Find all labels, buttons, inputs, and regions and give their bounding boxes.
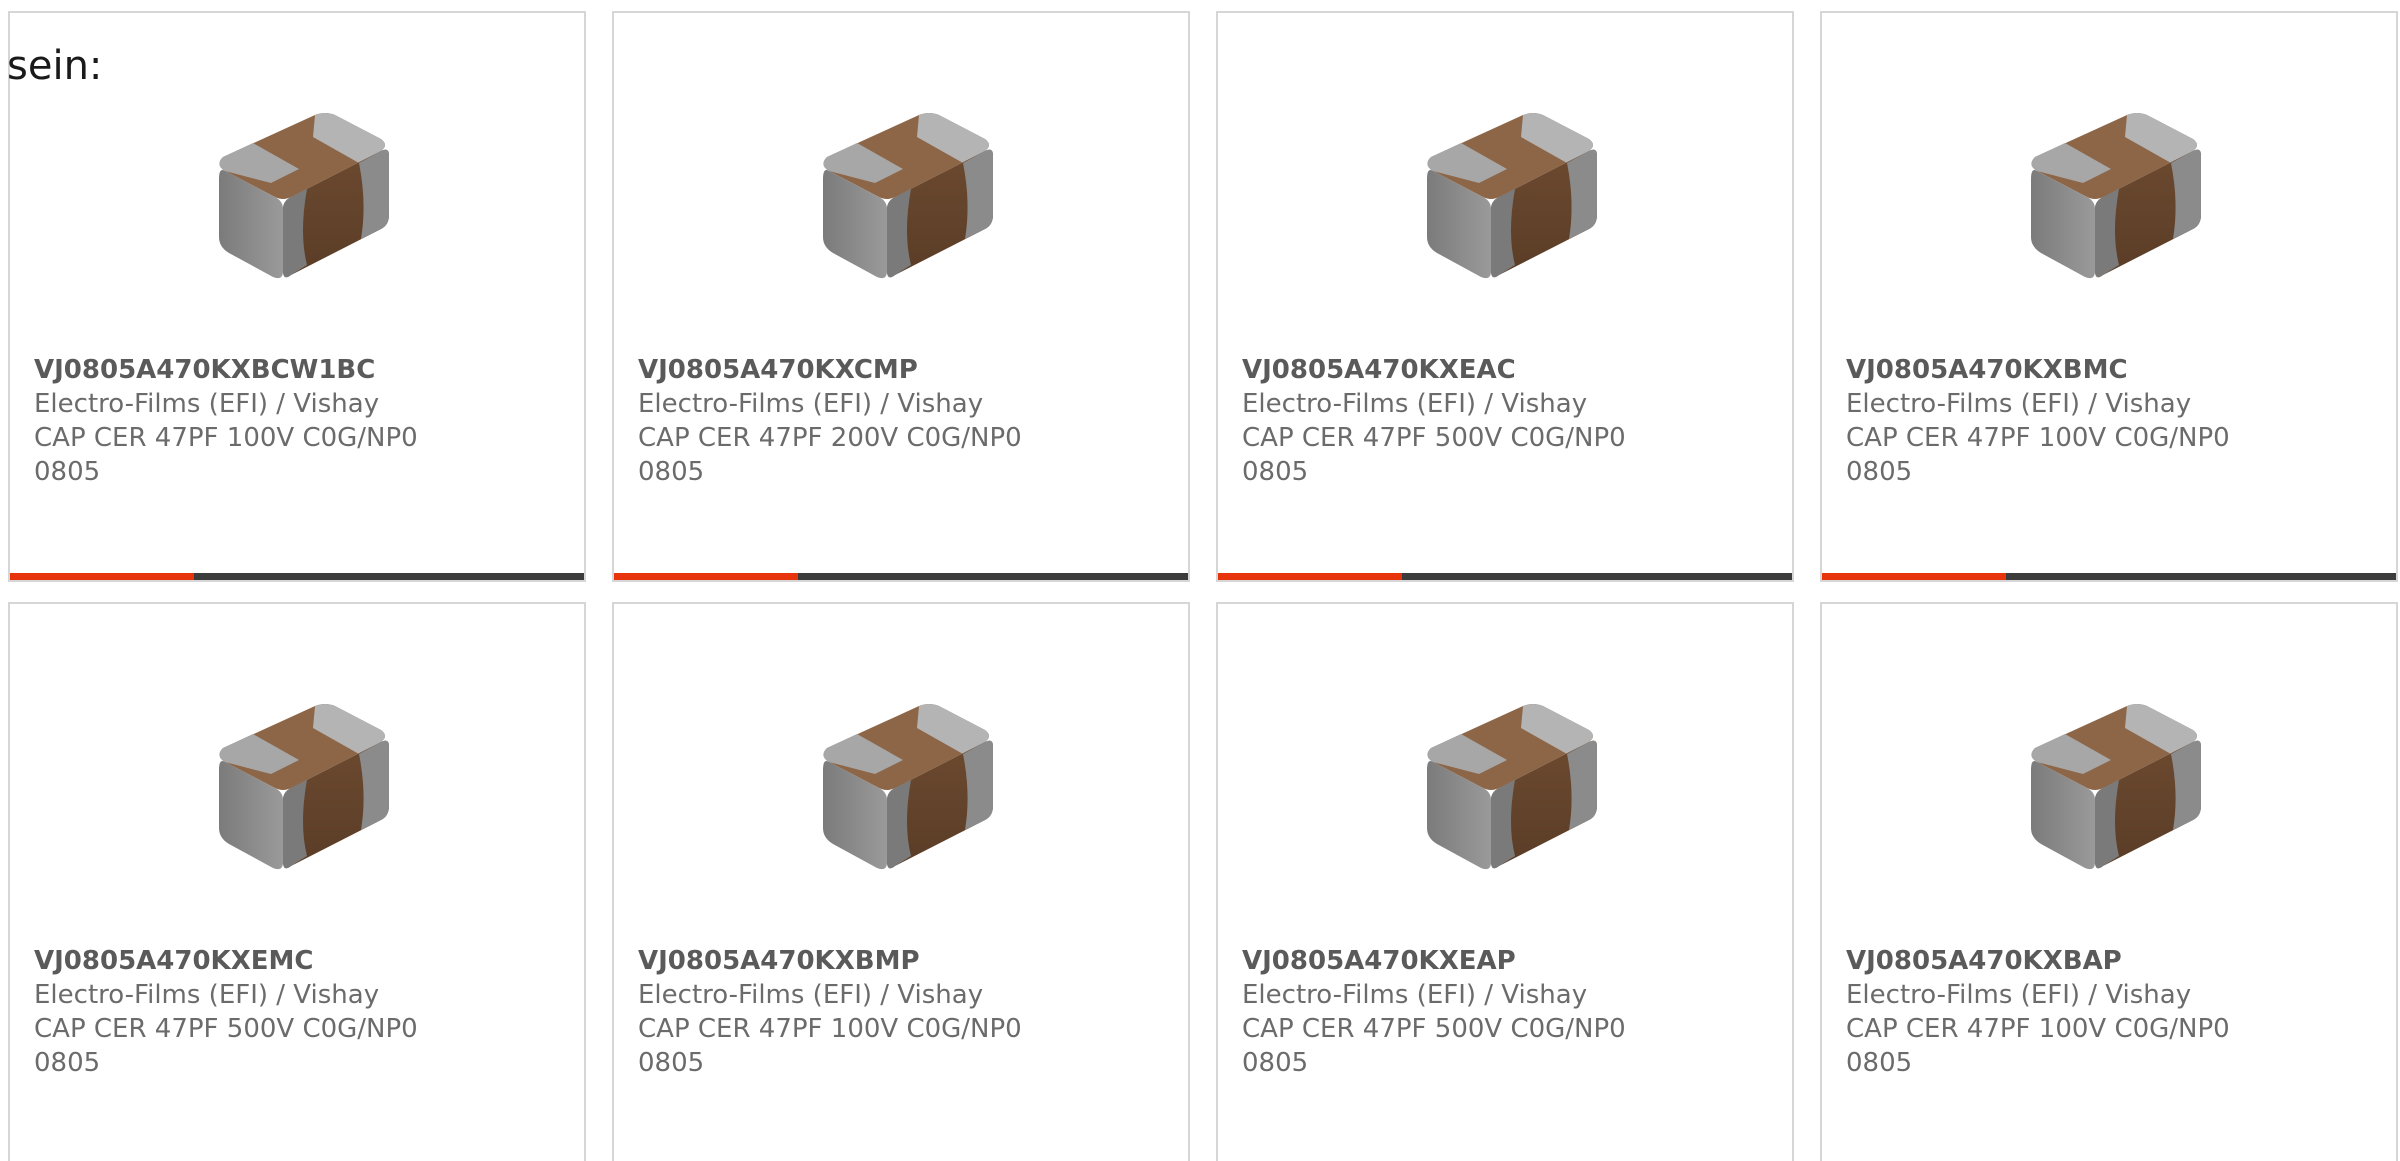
description: CAP CER 47PF 200V C0G/NP0 (638, 423, 1022, 453)
package: 0805 (1846, 1048, 1913, 1078)
description: CAP CER 47PF 100V C0G/NP0 (1846, 423, 2230, 453)
package: 0805 (1242, 457, 1309, 487)
manufacturer: Electro-Films (EFI) / Vishay (1242, 389, 1588, 419)
package: 0805 (638, 457, 705, 487)
description: CAP CER 47PF 100V C0G/NP0 (638, 1014, 1022, 1044)
card-progress-fill (1822, 573, 2006, 580)
product-card[interactable]: VJ0805A470KXBAP Electro-Films (EFI) / Vi… (1820, 602, 2398, 1161)
card-progress-bar (614, 573, 1188, 580)
description: CAP CER 47PF 500V C0G/NP0 (1242, 423, 1626, 453)
package: 0805 (1242, 1048, 1309, 1078)
card-progress-bar (10, 573, 584, 580)
card-progress-fill (614, 573, 798, 580)
manufacturer: Electro-Films (EFI) / Vishay (34, 389, 380, 419)
product-image (799, 87, 1009, 287)
description: CAP CER 47PF 100V C0G/NP0 (34, 423, 418, 453)
product-image (195, 678, 405, 878)
product-card[interactable]: VJ0805A470KXBMC Electro-Films (EFI) / Vi… (1820, 11, 2398, 582)
description: CAP CER 47PF 500V C0G/NP0 (1242, 1014, 1626, 1044)
product-image (2007, 87, 2217, 287)
product-image (1403, 87, 1613, 287)
card-progress-fill (1218, 573, 1402, 580)
product-image (1403, 678, 1613, 878)
ceramic-capacitor-chip-icon (195, 678, 405, 878)
package: 0805 (34, 1048, 101, 1078)
ceramic-capacitor-chip-icon (2007, 87, 2217, 287)
part-number[interactable]: VJ0805A470KXBMP (638, 944, 1176, 978)
product-card[interactable]: VJ0805A470KXEAC Electro-Films (EFI) / Vi… (1216, 11, 1794, 582)
manufacturer: Electro-Films (EFI) / Vishay (638, 980, 984, 1010)
product-card[interactable]: VJ0805A470KXBMP Electro-Films (EFI) / Vi… (612, 602, 1190, 1161)
ceramic-capacitor-chip-icon (195, 87, 405, 287)
ceramic-capacitor-chip-icon (799, 678, 1009, 878)
ceramic-capacitor-chip-icon (799, 87, 1009, 287)
product-card[interactable]: VJ0805A470KXEAP Electro-Films (EFI) / Vi… (1216, 602, 1794, 1161)
card-progress-bar (1218, 573, 1792, 580)
product-card[interactable]: VJ0805A470KXEMC Electro-Films (EFI) / Vi… (8, 602, 586, 1161)
part-number[interactable]: VJ0805A470KXCMP (638, 353, 1176, 387)
package: 0805 (1846, 457, 1913, 487)
part-number[interactable]: VJ0805A470KXBCW1BC (34, 353, 572, 387)
intro-text: sein: (7, 43, 103, 89)
product-grid: VJ0805A470KXBCW1BC Electro-Films (EFI) /… (8, 11, 2398, 1161)
product-image (2007, 678, 2217, 878)
part-number[interactable]: VJ0805A470KXEAC (1242, 353, 1780, 387)
ceramic-capacitor-chip-icon (2007, 678, 2217, 878)
manufacturer: Electro-Films (EFI) / Vishay (1846, 389, 2192, 419)
product-image (195, 87, 405, 287)
part-number[interactable]: VJ0805A470KXBMC (1846, 353, 2384, 387)
card-progress-bar (1822, 573, 2396, 580)
manufacturer: Electro-Films (EFI) / Vishay (1242, 980, 1588, 1010)
card-progress-fill (10, 573, 194, 580)
ceramic-capacitor-chip-icon (1403, 678, 1613, 878)
manufacturer: Electro-Films (EFI) / Vishay (34, 980, 380, 1010)
package: 0805 (34, 457, 101, 487)
description: CAP CER 47PF 500V C0G/NP0 (34, 1014, 418, 1044)
product-card[interactable]: VJ0805A470KXBCW1BC Electro-Films (EFI) /… (8, 11, 586, 582)
part-number[interactable]: VJ0805A470KXEAP (1242, 944, 1780, 978)
description: CAP CER 47PF 100V C0G/NP0 (1846, 1014, 2230, 1044)
part-number[interactable]: VJ0805A470KXBAP (1846, 944, 2384, 978)
package: 0805 (638, 1048, 705, 1078)
ceramic-capacitor-chip-icon (1403, 87, 1613, 287)
product-card[interactable]: VJ0805A470KXCMP Electro-Films (EFI) / Vi… (612, 11, 1190, 582)
manufacturer: Electro-Films (EFI) / Vishay (1846, 980, 2192, 1010)
part-number[interactable]: VJ0805A470KXEMC (34, 944, 572, 978)
manufacturer: Electro-Films (EFI) / Vishay (638, 389, 984, 419)
product-image (799, 678, 1009, 878)
product-grid-page: sein: VJ0805A470KXBCW1BC Electro-Films (… (0, 0, 2400, 1161)
